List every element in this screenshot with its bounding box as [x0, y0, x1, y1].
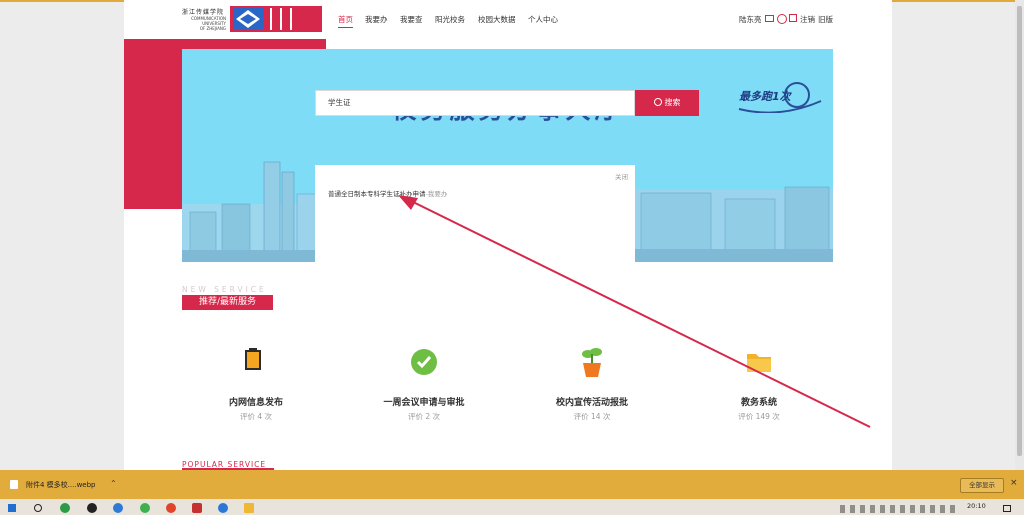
download-filename[interactable]: 附件4 模多校....webp — [26, 480, 96, 490]
download-bar: 附件4 模多校....webp ⌃ 全部显示 × — [0, 470, 1024, 499]
system-tray — [840, 505, 955, 513]
taskbar-app-icon[interactable] — [113, 503, 123, 513]
taskbar-app-icon[interactable] — [192, 503, 202, 513]
taskbar-app-icon[interactable] — [140, 503, 150, 513]
windows-start-icon[interactable] — [8, 504, 16, 512]
taskbar-app-icon[interactable] — [60, 503, 70, 513]
notification-icon[interactable] — [1003, 505, 1011, 512]
taskbar-browser-icon[interactable] — [166, 503, 176, 513]
annotation-arrow — [398, 195, 871, 428]
taskbar-search-icon[interactable] — [34, 504, 42, 512]
taskbar-app-icon[interactable] — [87, 503, 97, 513]
show-all-downloads-button[interactable]: 全部显示 — [960, 478, 1004, 493]
taskbar-app-icon[interactable] — [218, 503, 228, 513]
page-scrollbar-thumb[interactable] — [1017, 6, 1022, 456]
taskbar-folder-icon[interactable] — [244, 503, 254, 513]
close-download-bar-icon[interactable]: × — [1010, 478, 1018, 488]
download-options-icon[interactable]: ⌃ — [110, 479, 117, 488]
taskbar-clock[interactable]: 20:10 — [967, 502, 986, 510]
file-icon — [10, 480, 18, 489]
